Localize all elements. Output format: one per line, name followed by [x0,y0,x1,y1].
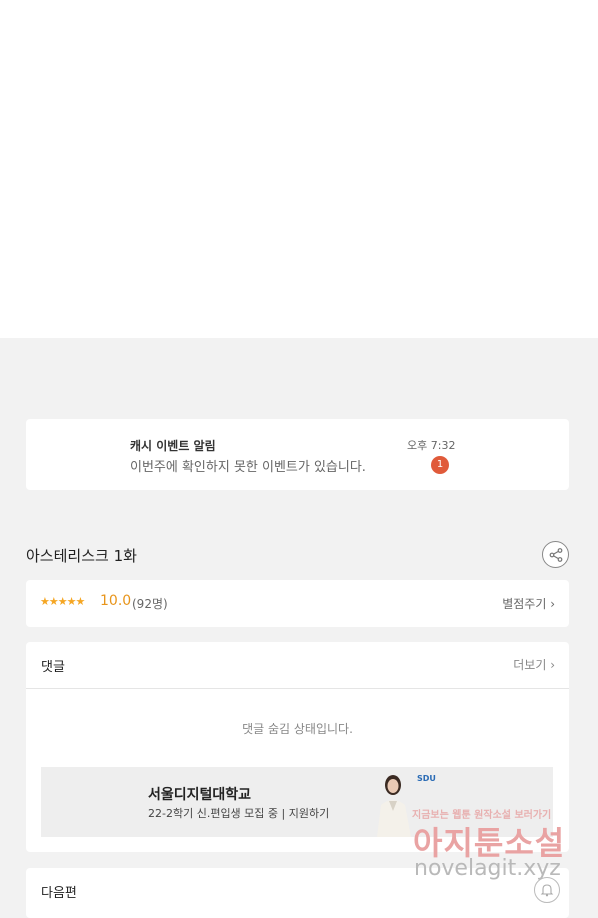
comments-hidden-message: 댓글 숨김 상태입니다. [242,722,353,736]
bell-icon [540,884,554,897]
ad-title: 서울디지털대학교 [148,787,252,803]
episode-title: 아스테리스크 1화 [26,547,137,565]
next-episode-label: 다음편 [41,886,77,901]
share-icon [549,547,562,562]
notification-time: 오후 7:32 [407,439,456,452]
ad-logo: SDU [417,774,436,783]
rating-score: 10.0 [100,593,132,609]
notification-card[interactable]: 캐시 이벤트 알림 이번주에 확인하지 못한 이벤트가 있습니다. 오후 7:3… [26,419,569,490]
rating-card: ★★★★★ 10.0 (92명) 별점주기 › [26,580,569,627]
notification-message: 이번주에 확인하지 못한 이벤트가 있습니다. [130,460,366,475]
ad-subtitle: 22-2학기 신.편입생 모집 중 | 지원하기 [148,807,330,820]
watermark-url: novelagit.xyz [414,856,561,881]
rate-button[interactable]: 별점주기 › [502,595,555,612]
share-button[interactable] [542,541,569,568]
notification-title: 캐시 이벤트 알림 [130,439,216,453]
comments-more-button[interactable]: 더보기 › [513,656,555,673]
comments-header: 댓글 [41,660,65,675]
divider [26,688,569,689]
content-area [0,0,598,338]
rating-count: (92명) [132,597,168,611]
rating-stars: ★★★★★ [40,595,85,608]
notification-bell-button[interactable] [534,877,560,903]
notification-badge: 1 [431,456,449,474]
